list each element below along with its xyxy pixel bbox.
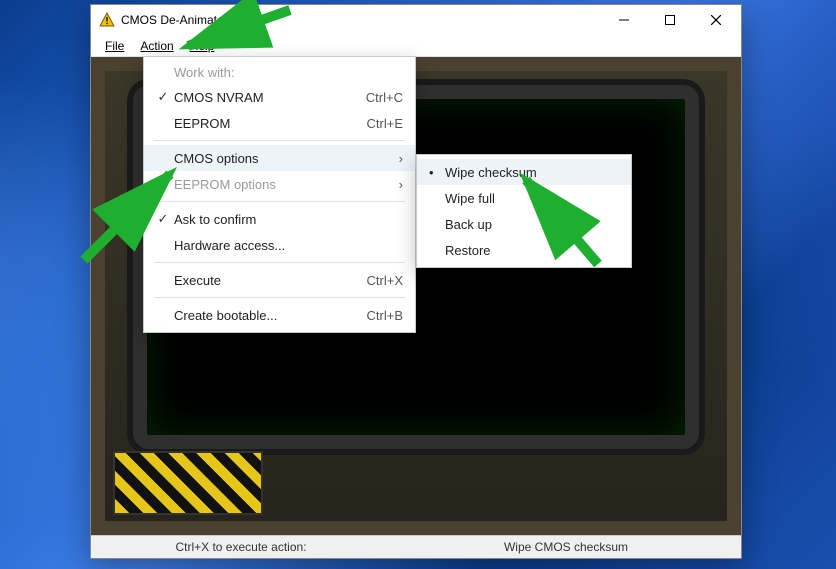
menu-create-bootable[interactable]: Create bootable... Ctrl+B: [144, 302, 415, 328]
status-left: Ctrl+X to execute action:: [91, 540, 391, 554]
window-title: CMOS De-Animator v3: [121, 13, 601, 27]
menu-ask-confirm[interactable]: ✓ Ask to confirm: [144, 206, 415, 232]
menu-header: Work with:: [144, 61, 415, 84]
close-button[interactable]: [693, 5, 739, 35]
menu-action[interactable]: Action: [132, 37, 181, 55]
cmos-options-submenu: • Wipe checksum Wipe full Back up Restor…: [416, 154, 632, 268]
menu-separator: [154, 140, 405, 141]
menu-execute[interactable]: Execute Ctrl+X: [144, 267, 415, 293]
hazard-panel: [113, 451, 263, 515]
titlebar: CMOS De-Animator v3: [91, 5, 741, 35]
menu-cmos-nvram[interactable]: ✓ CMOS NVRAM Ctrl+C: [144, 84, 415, 110]
menu-file[interactable]: File: [97, 37, 132, 55]
bullet-icon: •: [429, 165, 434, 180]
submenu-wipe-checksum[interactable]: • Wipe checksum: [417, 159, 631, 185]
chevron-right-icon: ›: [383, 151, 403, 166]
maximize-button[interactable]: [647, 5, 693, 35]
menu-cmos-options[interactable]: CMOS options ›: [144, 145, 415, 171]
chevron-right-icon: ›: [383, 177, 403, 192]
menu-help[interactable]: Help: [182, 37, 223, 55]
menu-separator: [154, 262, 405, 263]
menu-separator: [154, 201, 405, 202]
minimize-button[interactable]: [601, 5, 647, 35]
app-icon: [99, 12, 115, 28]
menu-eeprom[interactable]: EEPROM Ctrl+E: [144, 110, 415, 136]
submenu-restore[interactable]: Restore: [417, 237, 631, 263]
shortcut: Ctrl+E: [343, 116, 403, 131]
shortcut: Ctrl+C: [342, 90, 403, 105]
menubar: File Action Help: [91, 35, 741, 57]
action-menu: Work with: ✓ CMOS NVRAM Ctrl+C EEPROM Ct…: [143, 56, 416, 333]
submenu-back-up[interactable]: Back up: [417, 211, 631, 237]
status-right: Wipe CMOS checksum: [391, 540, 741, 554]
menu-eeprom-options: EEPROM options ›: [144, 171, 415, 197]
shortcut: Ctrl+X: [343, 273, 403, 288]
menu-hardware-access[interactable]: Hardware access...: [144, 232, 415, 258]
submenu-wipe-full[interactable]: Wipe full: [417, 185, 631, 211]
shortcut: Ctrl+B: [343, 308, 403, 323]
menu-separator: [154, 297, 405, 298]
statusbar: Ctrl+X to execute action: Wipe CMOS chec…: [91, 535, 741, 558]
check-icon: ✓: [152, 211, 174, 227]
check-icon: ✓: [152, 89, 174, 105]
